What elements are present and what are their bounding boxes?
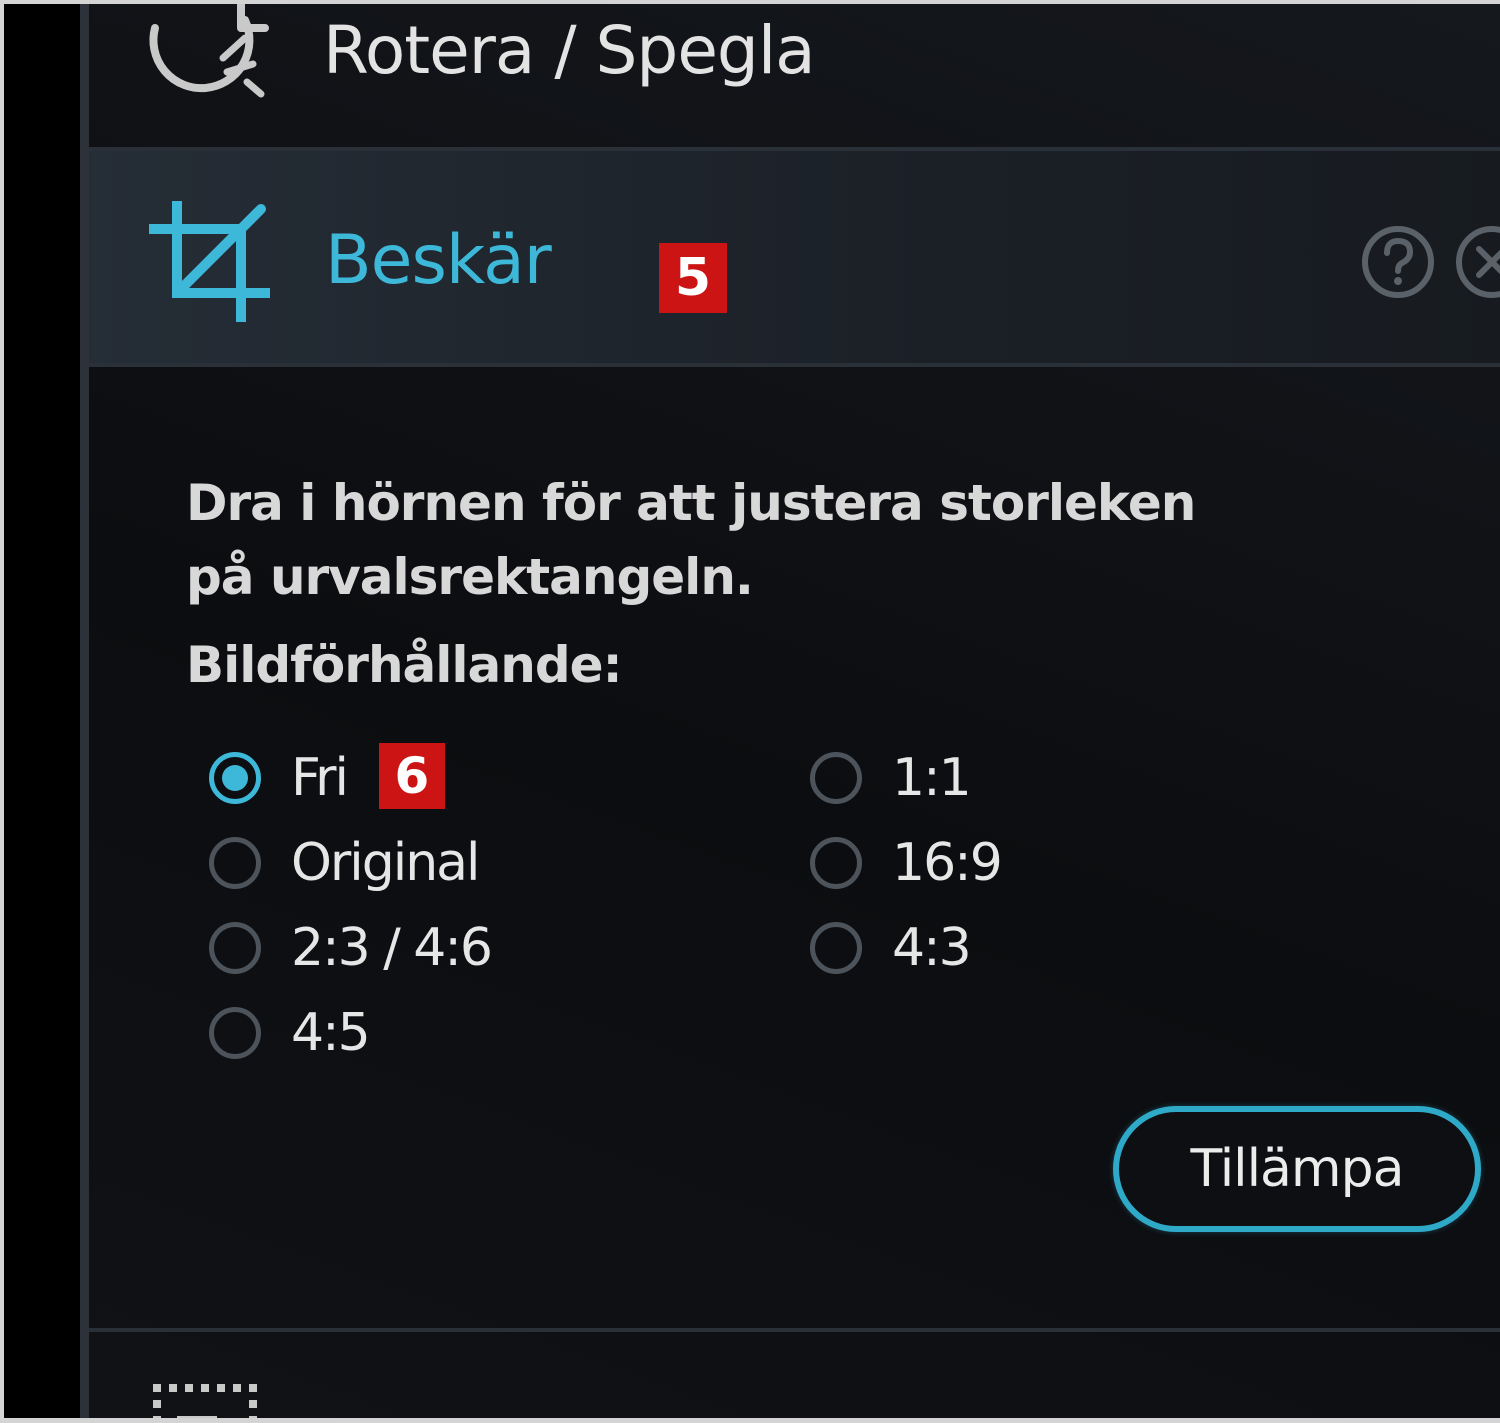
crop-section-header[interactable]: Beskär 5	[89, 151, 1500, 363]
radio-button[interactable]	[810, 922, 862, 974]
radio-button[interactable]	[810, 752, 862, 804]
aspect-option-4-3[interactable]: 4:3	[810, 913, 972, 983]
rotate-flip-row[interactable]: Rotera / Spegla	[89, 4, 1500, 146]
aspect-option-1-1[interactable]: 1:1	[810, 743, 972, 813]
rotate-flip-label: Rotera / Spegla	[323, 12, 816, 89]
aspect-option-2-3[interactable]: 2:3 / 4:6	[209, 913, 493, 983]
aspect-option-label: 1:1	[892, 748, 972, 808]
divider	[89, 1328, 1500, 1332]
radio-button-selected[interactable]	[209, 752, 261, 804]
crop-instructions: Dra i hörnen för att justera storleken p…	[186, 474, 1196, 606]
tools-panel: Rotera / Spegla Beskär 5 Dra i hörnen fö…	[89, 4, 1500, 1418]
aspect-option-label: 16:9	[892, 833, 1003, 893]
editor-panel-frame: Rotera / Spegla Beskär 5 Dra i hörnen fö…	[4, 4, 1500, 1418]
left-edge	[4, 4, 80, 1418]
apply-button[interactable]: Tillämpa	[1113, 1106, 1481, 1232]
aspect-option-16-9[interactable]: 16:9	[810, 828, 1003, 898]
adjust-icon[interactable]	[153, 1382, 263, 1418]
annotation-marker-5: 5	[659, 243, 727, 313]
radio-button[interactable]	[209, 922, 261, 974]
annotation-marker-6: 6	[378, 743, 445, 809]
aspect-option-4-5[interactable]: 4:5	[209, 998, 371, 1068]
aspect-option-label: Original	[291, 833, 480, 893]
radio-button[interactable]	[810, 837, 862, 889]
aspect-option-label: Fri	[291, 748, 349, 808]
radio-button[interactable]	[209, 1007, 261, 1059]
crop-title: Beskär	[325, 221, 552, 300]
aspect-option-label: 4:5	[291, 1003, 371, 1063]
aspect-option-label: 4:3	[892, 918, 972, 978]
close-icon[interactable]	[1453, 223, 1500, 301]
radio-button[interactable]	[209, 837, 261, 889]
divider	[89, 363, 1500, 367]
aspect-option-label: 2:3 / 4:6	[291, 918, 493, 978]
left-divider	[80, 4, 89, 1418]
aspect-ratio-heading: Bildförhållande:	[186, 636, 623, 694]
crop-icon	[149, 201, 270, 322]
help-icon[interactable]	[1359, 223, 1437, 301]
aspect-option-original[interactable]: Original	[209, 828, 480, 898]
rotate-icon	[149, 4, 269, 98]
aspect-option-free[interactable]: Fri 6	[209, 743, 445, 813]
